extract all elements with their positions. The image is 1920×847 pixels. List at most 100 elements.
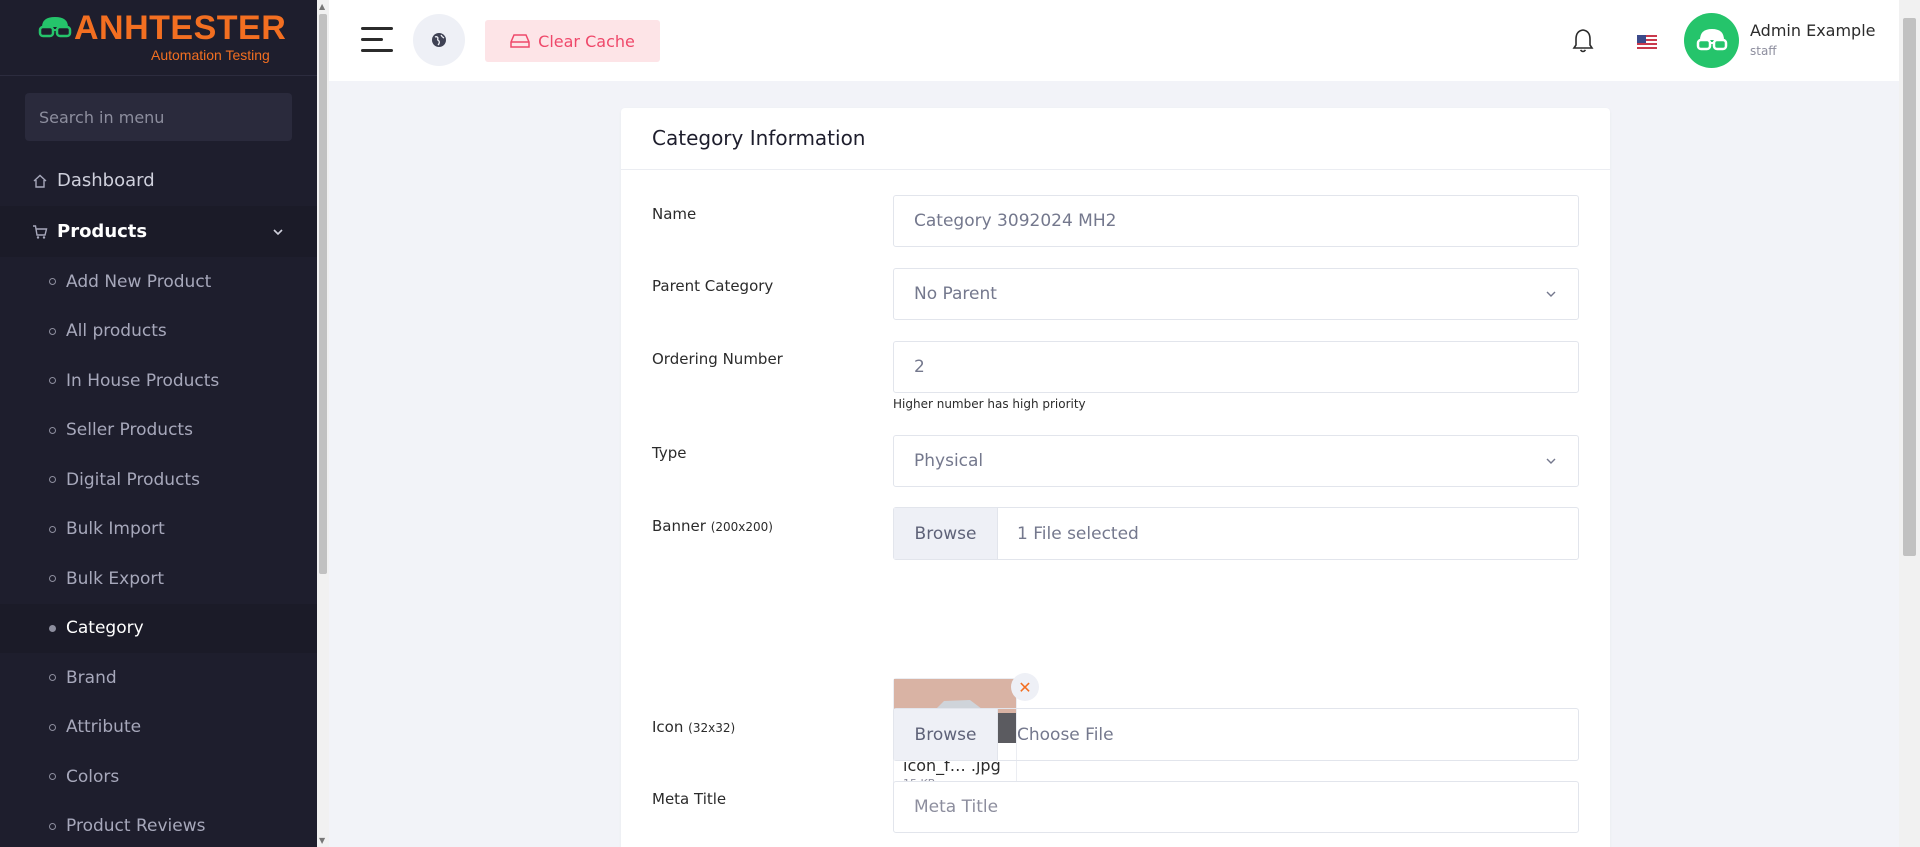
bullet-icon (49, 426, 56, 434)
sidebar-subitem-category[interactable]: Category (0, 603, 317, 653)
icon-label: Icon (32x32) (652, 718, 735, 736)
banner-browse-button[interactable]: Browse (894, 508, 998, 559)
bullet-icon (49, 674, 56, 682)
banner-size-hint: (200x200) (710, 520, 773, 534)
sidebar-subitem-bulk-import[interactable]: Bulk Import (0, 505, 317, 555)
sidebar-subitem-label: Category (66, 618, 144, 639)
sidebar-subitem-label: In House Products (66, 370, 220, 391)
parent-category-value: No Parent (914, 284, 997, 304)
bell-icon[interactable] (1571, 28, 1595, 54)
cart-icon (33, 224, 48, 239)
chevron-down-icon (1546, 291, 1556, 297)
ordering-number-field[interactable] (893, 341, 1579, 393)
banner-file-status: 1 File selected (1017, 523, 1139, 544)
type-select[interactable]: Physical (893, 435, 1579, 487)
sidebar-subitem-in-house-products[interactable]: In House Products (0, 356, 317, 406)
icon-file-status: Choose File (1017, 724, 1114, 745)
user-name[interactable]: Admin Example (1750, 21, 1876, 40)
clear-cache-label: Clear Cache (538, 31, 635, 51)
sidebar-item-products[interactable]: Products (0, 206, 317, 257)
ordering-number-label: Ordering Number (652, 350, 783, 368)
parent-category-select[interactable]: No Parent (893, 268, 1579, 320)
logo-text: ANHTESTER (74, 9, 287, 47)
name-input[interactable] (914, 211, 1558, 231)
type-value: Physical (914, 451, 984, 471)
topbar: Clear Cache Admin Example staff (329, 0, 1899, 81)
chevron-down-icon (273, 228, 283, 235)
sidebar-scrollbar[interactable]: ▲ ▼ (317, 0, 329, 847)
name-field[interactable] (893, 195, 1579, 247)
sidebar-subitem-label: Attribute (66, 717, 142, 738)
bullet-icon (49, 624, 56, 632)
icon-size-hint: (32x32) (688, 721, 736, 735)
scroll-down-arrow-icon[interactable]: ▼ (319, 836, 325, 845)
clear-cache-button[interactable]: Clear Cache (485, 20, 660, 62)
sidebar: ANHTESTER Automation Testing Dashboard P… (0, 0, 317, 847)
ordering-number-input[interactable] (914, 357, 1558, 377)
home-icon (33, 174, 47, 188)
banner-label: Banner (200x200) (652, 517, 773, 535)
sidebar-subitem-add-new-product[interactable]: Add New Product (0, 257, 317, 307)
sidebar-item-label: Dashboard (57, 170, 155, 191)
bullet-icon (49, 327, 56, 335)
sidebar-subitem-label: Bulk Import (66, 519, 165, 540)
remove-file-icon[interactable]: ✕ (1011, 673, 1039, 701)
banner-label-text: Banner (652, 517, 706, 535)
sidebar-subitem-label: Product Reviews (66, 816, 206, 837)
user-role: staff (1750, 44, 1777, 58)
bullet-icon (49, 773, 56, 781)
icon-browse-button[interactable]: Browse (894, 709, 998, 760)
glasses-avatar-icon (1696, 28, 1727, 50)
meta-title-label: Meta Title (652, 790, 727, 808)
logo[interactable]: ANHTESTER Automation Testing (0, 0, 317, 76)
ordering-number-hint: Higher number has high priority (893, 397, 1086, 411)
meta-title-field[interactable] (893, 781, 1579, 833)
page-scrollbar-thumb[interactable] (1903, 18, 1916, 556)
logo-tagline: Automation Testing (151, 47, 270, 63)
sidebar-subitem-label: Colors (66, 766, 120, 787)
sidebar-subitem-label: Digital Products (66, 469, 200, 490)
sidebar-subitem-label: All products (66, 321, 167, 342)
sidebar-subitem-label: Brand (66, 667, 117, 688)
menu-toggle-icon[interactable] (361, 27, 393, 53)
scroll-up-arrow-icon[interactable]: ▲ (319, 2, 325, 11)
bullet-icon (49, 377, 56, 385)
sidebar-subitem-colors[interactable]: Colors (0, 752, 317, 802)
sidebar-subitem-bulk-export[interactable]: Bulk Export (0, 554, 317, 604)
chevron-down-icon (1546, 458, 1556, 464)
sidebar-scrollbar-thumb[interactable] (319, 14, 327, 574)
bullet-icon (49, 822, 56, 830)
banner-file-input[interactable]: Browse 1 File selected (893, 507, 1579, 560)
icon-label-text: Icon (652, 718, 684, 736)
menu-search-input[interactable] (39, 107, 278, 127)
sidebar-item-dashboard[interactable]: Dashboard (0, 155, 317, 206)
category-information-card: Category Information No Parent Higher nu… (621, 108, 1610, 847)
sidebar-subitem-all-products[interactable]: All products (0, 307, 317, 357)
sidebar-subitem-digital-products[interactable]: Digital Products (0, 455, 317, 505)
drive-icon (510, 34, 530, 48)
page-scrollbar[interactable] (1899, 0, 1920, 847)
bullet-icon (49, 525, 56, 533)
name-field-label: Name (652, 205, 697, 223)
sidebar-subitem-label: Add New Product (66, 271, 212, 292)
sidebar-subitem-brand[interactable]: Brand (0, 653, 317, 703)
bullet-icon (49, 278, 56, 286)
sidebar-nav: Dashboard Products Add New Product All p… (0, 155, 317, 847)
sidebar-subitem-seller-products[interactable]: Seller Products (0, 406, 317, 456)
type-label: Type (652, 444, 687, 462)
sidebar-subitem-product-reviews[interactable]: Product Reviews (0, 802, 317, 847)
sidebar-subitem-label: Seller Products (66, 420, 193, 441)
parent-category-label: Parent Category (652, 277, 774, 295)
meta-title-input[interactable] (914, 797, 1558, 817)
bullet-icon (49, 476, 56, 484)
bullet-icon (49, 723, 56, 731)
sidebar-subitem-label: Bulk Export (66, 568, 165, 589)
bullet-icon (49, 575, 56, 583)
card-title: Category Information (621, 108, 1610, 170)
icon-file-input[interactable]: Browse Choose File (893, 708, 1579, 761)
menu-search[interactable] (25, 93, 292, 141)
avatar[interactable] (1684, 13, 1739, 68)
globe-button[interactable] (413, 14, 465, 66)
us-flag-icon[interactable] (1637, 35, 1657, 49)
sidebar-subitem-attribute[interactable]: Attribute (0, 703, 317, 753)
